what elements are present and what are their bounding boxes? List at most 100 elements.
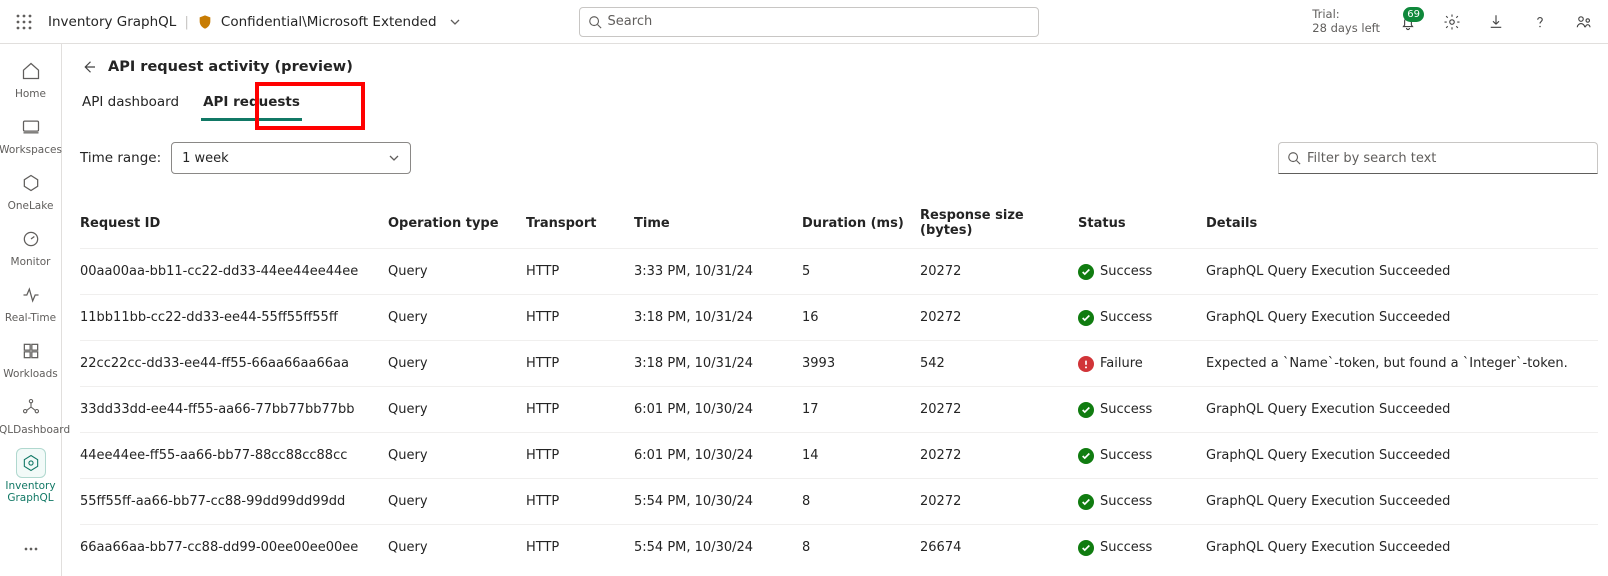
cell-transport: HTTP bbox=[526, 448, 626, 463]
cell-transport: HTTP bbox=[526, 402, 626, 417]
cell-transport: HTTP bbox=[526, 494, 626, 509]
cell-time: 3:33 PM, 10/31/24 bbox=[634, 264, 794, 279]
cell-request-id: 55ff55ff-aa66-bb77-cc88-99dd99dd99dd bbox=[80, 494, 380, 509]
settings-button[interactable] bbox=[1436, 6, 1468, 38]
col-status[interactable]: Status bbox=[1078, 216, 1198, 231]
cell-status: Success bbox=[1078, 448, 1198, 464]
sidebar-item-realtime[interactable]: Real-Time bbox=[0, 274, 62, 330]
col-request-id[interactable]: Request ID bbox=[80, 216, 380, 231]
more-icon bbox=[16, 534, 46, 564]
sidebar-item-monitor[interactable]: Monitor bbox=[0, 218, 62, 274]
filter-input[interactable]: Filter by search text bbox=[1278, 142, 1598, 174]
status-text: Success bbox=[1100, 310, 1152, 325]
home-icon bbox=[16, 56, 46, 86]
search-icon bbox=[588, 15, 602, 29]
notifications-button[interactable]: 69 bbox=[1392, 6, 1424, 38]
status-success-icon bbox=[1078, 310, 1094, 326]
col-operation-type[interactable]: Operation type bbox=[388, 216, 518, 231]
cell-request-id: 22cc22cc-dd33-ee44-ff55-66aa66aa66aa bbox=[80, 356, 380, 371]
status-success-icon bbox=[1078, 448, 1094, 464]
cell-time: 5:54 PM, 10/30/24 bbox=[634, 494, 794, 509]
cell-operation-type: Query bbox=[388, 402, 518, 417]
cell-duration: 17 bbox=[802, 402, 912, 417]
cell-duration: 14 bbox=[802, 448, 912, 463]
back-button[interactable] bbox=[80, 58, 98, 76]
page-header: API request activity (preview) bbox=[80, 44, 1598, 90]
cell-details: GraphQL Query Execution Succeeded bbox=[1206, 448, 1598, 463]
graphql-icon bbox=[16, 448, 46, 478]
cell-details: GraphQL Query Execution Succeeded bbox=[1206, 310, 1598, 325]
status-failure-icon bbox=[1078, 356, 1094, 372]
table-row[interactable]: 66aa66aa-bb77-cc88-dd99-00ee00ee00eeQuer… bbox=[80, 524, 1598, 570]
table-row[interactable]: 22cc22cc-dd33-ee44-ff55-66aa66aa66aa Quer… bbox=[80, 340, 1598, 386]
col-details[interactable]: Details bbox=[1206, 216, 1598, 231]
sidebar-item-workloads[interactable]: Workloads bbox=[0, 330, 62, 386]
page-title: API request activity (preview) bbox=[108, 59, 353, 75]
trial-status[interactable]: Trial: 28 days left bbox=[1312, 8, 1380, 34]
cell-status: Success bbox=[1078, 310, 1198, 326]
cell-operation-type: Query bbox=[388, 540, 518, 555]
cell-request-id: 11bb11bb-cc22-dd33-ee44-55ff55ff55ff bbox=[80, 310, 380, 325]
notifications-badge: 69 bbox=[1403, 7, 1424, 22]
table-row[interactable]: 00aa00aa-bb11-cc22-dd33-44ee44ee44eeQuer… bbox=[80, 248, 1598, 294]
cell-operation-type: Query bbox=[388, 356, 518, 371]
cell-response-size: 20272 bbox=[920, 448, 1070, 463]
main-content: API request activity (preview) API dashb… bbox=[62, 44, 1608, 576]
col-time[interactable]: Time bbox=[634, 216, 794, 231]
status-text: Failure bbox=[1100, 356, 1143, 371]
cell-operation-type: Query bbox=[388, 494, 518, 509]
sidebar-item-gqldashboard[interactable]: GQLDashboard bbox=[0, 386, 62, 442]
cell-time: 3:18 PM, 10/31/24 bbox=[634, 356, 794, 371]
cell-time: 3:18 PM, 10/31/24 bbox=[634, 310, 794, 325]
cell-details: GraphQL Query Execution Succeeded bbox=[1206, 494, 1598, 509]
cell-status: Success bbox=[1078, 402, 1198, 418]
cell-response-size: 20272 bbox=[920, 494, 1070, 509]
app-launcher-button[interactable] bbox=[8, 6, 40, 38]
sidebar-more-button[interactable] bbox=[0, 528, 62, 570]
table-row[interactable]: 55ff55ff-aa66-bb77-cc88-99dd99dd99dd Quer… bbox=[80, 478, 1598, 524]
sensitivity-label[interactable]: Confidential\Microsoft Extended bbox=[221, 14, 437, 30]
search-placeholder: Search bbox=[608, 14, 653, 29]
global-search[interactable]: Search bbox=[579, 7, 1039, 37]
status-text: Success bbox=[1100, 448, 1152, 463]
requests-table: Request ID Operation type Transport Time… bbox=[80, 202, 1598, 570]
col-response-size[interactable]: Response size (bytes) bbox=[920, 208, 1070, 238]
shield-icon bbox=[197, 14, 213, 30]
tab-api-requests[interactable]: API requests bbox=[201, 90, 302, 121]
cell-status: Success bbox=[1078, 264, 1198, 280]
status-text: Success bbox=[1100, 264, 1152, 279]
sidebar-item-inventory-graphql[interactable]: Inventory GraphQL bbox=[0, 442, 62, 510]
search-icon bbox=[1287, 151, 1301, 165]
controls-bar: Time range: 1 week Filter by search text bbox=[80, 142, 1598, 174]
chevron-down-icon[interactable] bbox=[449, 16, 461, 28]
table-row[interactable]: 33dd33dd-ee44-ff55-aa66-77bb77bb77bbQuer… bbox=[80, 386, 1598, 432]
table-row[interactable]: 44ee44ee-ff55-aa66-bb77-88cc88cc88ccQuer… bbox=[80, 432, 1598, 478]
cell-response-size: 20272 bbox=[920, 402, 1070, 417]
col-transport[interactable]: Transport bbox=[526, 216, 626, 231]
realtime-icon bbox=[16, 280, 46, 310]
table-header: Request ID Operation type Transport Time… bbox=[80, 202, 1598, 248]
time-range-value: 1 week bbox=[182, 151, 229, 166]
cell-duration: 5 bbox=[802, 264, 912, 279]
col-duration[interactable]: Duration (ms) bbox=[802, 216, 912, 231]
cell-time: 6:01 PM, 10/30/24 bbox=[634, 402, 794, 417]
tab-api-dashboard[interactable]: API dashboard bbox=[80, 90, 181, 118]
time-range-select[interactable]: 1 week bbox=[171, 142, 411, 174]
cell-operation-type: Query bbox=[388, 448, 518, 463]
breadcrumb-item[interactable]: Inventory GraphQL bbox=[48, 14, 176, 30]
sidebar-item-home[interactable]: Home bbox=[0, 50, 62, 106]
cell-details: GraphQL Query Execution Succeeded bbox=[1206, 264, 1598, 279]
cell-duration: 16 bbox=[802, 310, 912, 325]
help-button[interactable] bbox=[1524, 6, 1556, 38]
status-success-icon bbox=[1078, 264, 1094, 280]
cell-request-id: 00aa00aa-bb11-cc22-dd33-44ee44ee44ee bbox=[80, 264, 380, 279]
download-button[interactable] bbox=[1480, 6, 1512, 38]
status-success-icon bbox=[1078, 402, 1094, 418]
cell-duration: 8 bbox=[802, 540, 912, 555]
cell-transport: HTTP bbox=[526, 310, 626, 325]
sidebar-item-onelake[interactable]: OneLake bbox=[0, 162, 62, 218]
sidebar-item-workspaces[interactable]: Workspaces bbox=[0, 106, 62, 162]
account-button[interactable] bbox=[1568, 6, 1600, 38]
cell-transport: HTTP bbox=[526, 264, 626, 279]
table-row[interactable]: 11bb11bb-cc22-dd33-ee44-55ff55ff55ffQuer… bbox=[80, 294, 1598, 340]
